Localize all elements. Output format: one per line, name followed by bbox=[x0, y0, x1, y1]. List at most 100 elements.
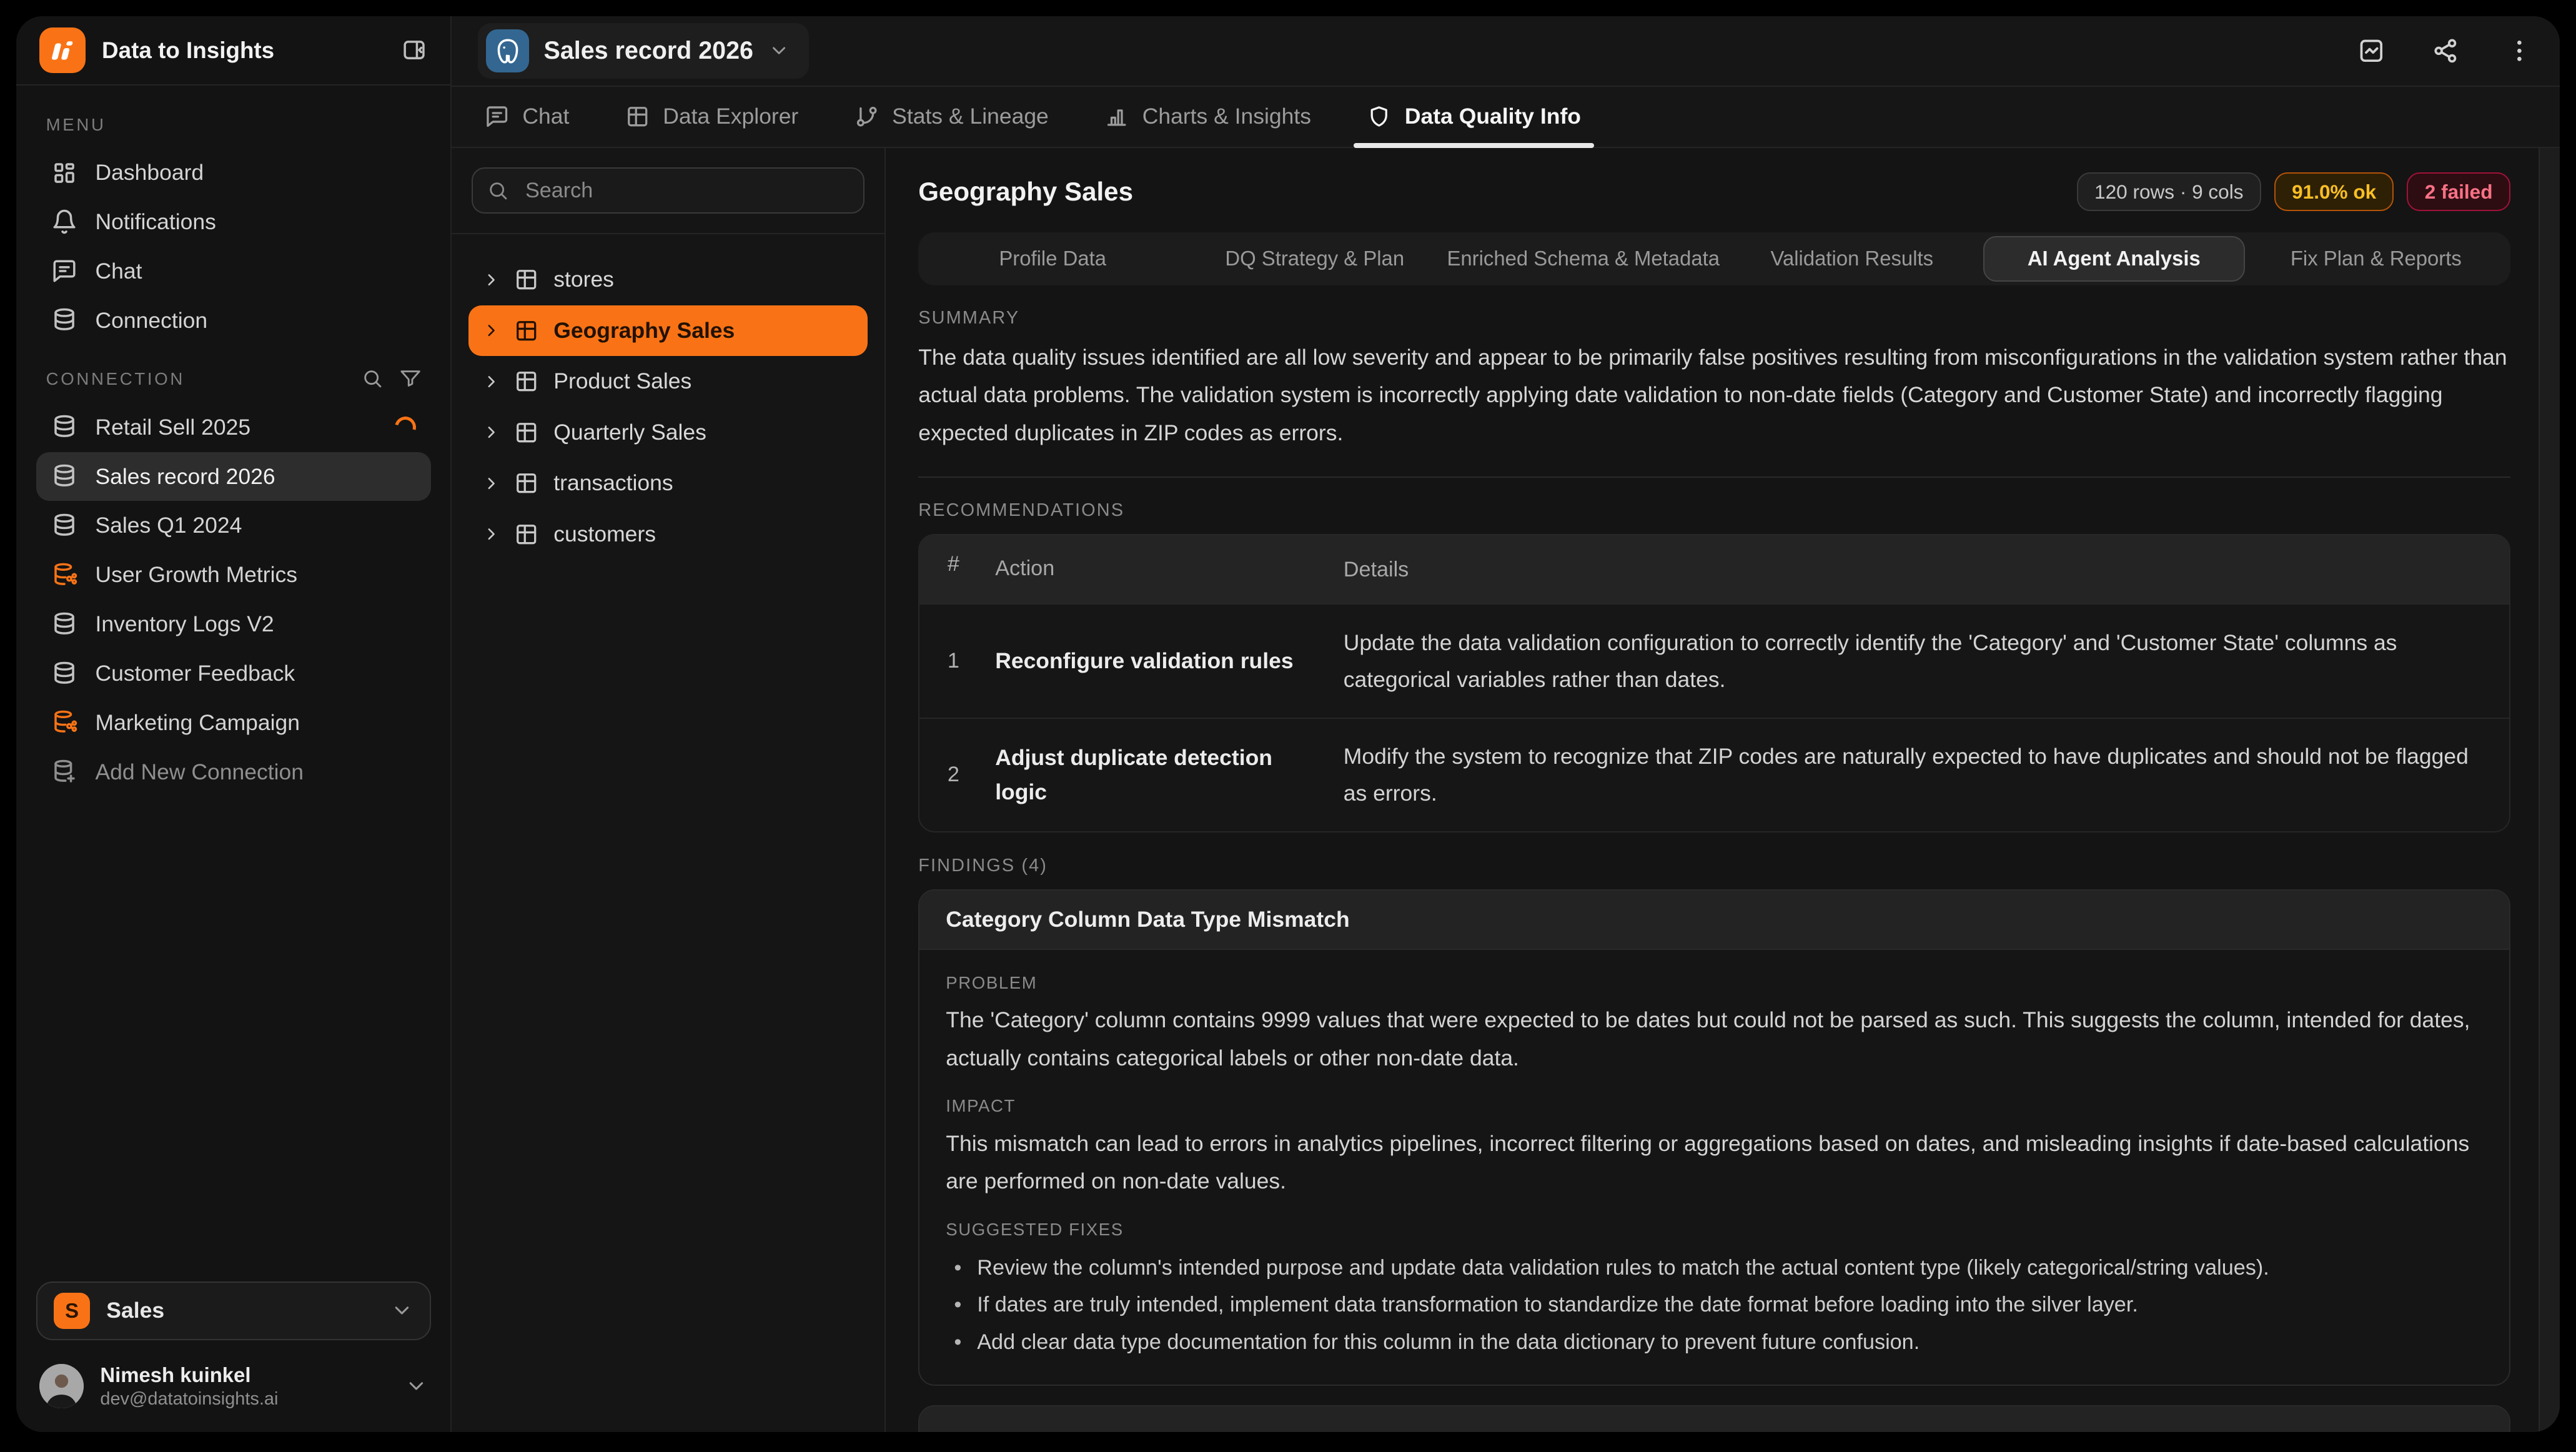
divider bbox=[918, 477, 2510, 478]
connection-item-retail-sell-2025[interactable]: Retail Sell 2025 bbox=[36, 403, 431, 452]
subtab-enriched-schema-metadata[interactable]: Enriched Schema & Metadata bbox=[1445, 236, 1721, 282]
database-icon bbox=[51, 513, 77, 539]
add-new-connection-button[interactable]: Add New Connection bbox=[36, 748, 431, 797]
table-icon bbox=[514, 319, 538, 343]
connection-title-dropdown[interactable]: Sales record 2026 bbox=[478, 23, 809, 79]
page-title: Geography Sales bbox=[918, 177, 2064, 207]
connection-item-marketing-campaign[interactable]: Marketing Campaign bbox=[36, 698, 431, 748]
subtab-dq-strategy-plan[interactable]: DQ Strategy & Plan bbox=[1184, 236, 1446, 282]
fix-item: Review the column's intended purpose and… bbox=[946, 1250, 2482, 1287]
database-icon bbox=[51, 661, 77, 687]
sidebar-footer: S Sales Nimesh kuinkel dev@datatoinsight… bbox=[16, 1262, 450, 1432]
connection-item-sales-q1-2024[interactable]: Sales Q1 2024 bbox=[36, 501, 431, 550]
rows-cols-badge: 120 rows · 9 cols bbox=[2077, 172, 2261, 211]
table-row: 2 Adjust duplicate detection logic Modif… bbox=[919, 718, 2509, 831]
finding-title: Category Column Data Type Mismatch bbox=[919, 891, 2509, 951]
chevron-down-icon bbox=[768, 40, 790, 61]
suggested-fixes-label: SUGGESTED FIXES bbox=[946, 1220, 2482, 1240]
table-item-stores[interactable]: stores bbox=[468, 254, 868, 305]
app-title: Data to Insights bbox=[102, 37, 385, 64]
connection-item-user-growth-metrics[interactable]: User Growth Metrics bbox=[36, 550, 431, 600]
chevron-right-icon bbox=[483, 322, 499, 338]
database-plus-icon bbox=[51, 759, 77, 785]
kebab-menu-icon[interactable] bbox=[2505, 37, 2534, 65]
app-window: Data to Insights MENU Dashboard Notifica… bbox=[16, 16, 2559, 1432]
filter-icon[interactable] bbox=[400, 368, 421, 389]
recommendations-table: # Action Details 1 Reconfigure validatio… bbox=[918, 534, 2510, 832]
bell-icon bbox=[51, 209, 77, 235]
tab-data-quality-info[interactable]: Data Quality Info bbox=[1367, 87, 1581, 147]
chevron-right-icon bbox=[483, 475, 499, 491]
table-item-quarterly-sales[interactable]: Quarterly Sales bbox=[468, 407, 868, 458]
tab-stats-lineage[interactable]: Stats & Lineage bbox=[855, 87, 1049, 147]
table-item-customers[interactable]: customers bbox=[468, 509, 868, 560]
search-input[interactable] bbox=[522, 177, 849, 204]
failed-badge: 2 failed bbox=[2407, 172, 2510, 211]
summary-label: SUMMARY bbox=[918, 308, 2510, 328]
workspace-selector[interactable]: S Sales bbox=[36, 1282, 431, 1341]
table-icon bbox=[514, 267, 538, 292]
table-icon bbox=[514, 420, 538, 445]
fix-item: Add clear data type documentation for th… bbox=[946, 1324, 2482, 1361]
recommendations-label: RECOMMENDATIONS bbox=[918, 500, 2510, 521]
collapse-sidebar-icon[interactable] bbox=[401, 37, 427, 63]
main-region: Sales record 2026 Chat Data Explorer bbox=[452, 16, 2559, 1432]
connection-item-sales-record-2026[interactable]: Sales record 2026 bbox=[36, 452, 431, 501]
scrollbar[interactable] bbox=[2539, 148, 2560, 1433]
snapshot-icon[interactable] bbox=[2357, 37, 2385, 65]
finding-card-partial bbox=[918, 1405, 2510, 1432]
subtab-ai-agent-analysis[interactable]: AI Agent Analysis bbox=[1983, 236, 2246, 282]
database-icon bbox=[51, 611, 77, 638]
sidebar-item-connection[interactable]: Connection bbox=[36, 296, 431, 345]
problem-text: The 'Category' column contains 9999 valu… bbox=[946, 1001, 2482, 1077]
sidebar-header: Data to Insights bbox=[16, 16, 450, 85]
sidebar-item-chat[interactable]: Chat bbox=[36, 247, 431, 296]
sidebar-item-dashboard[interactable]: Dashboard bbox=[36, 148, 431, 197]
table-item-transactions[interactable]: transactions bbox=[468, 458, 868, 509]
sidebar-item-notifications[interactable]: Notifications bbox=[36, 197, 431, 247]
sidebar: Data to Insights MENU Dashboard Notifica… bbox=[16, 16, 452, 1432]
table-icon bbox=[514, 369, 538, 393]
app-logo bbox=[39, 27, 86, 74]
findings-label: FINDINGS (4) bbox=[918, 856, 2510, 876]
workspace-name: Sales bbox=[106, 1298, 374, 1323]
user-menu[interactable]: Nimesh kuinkel dev@datatoinsights.ai bbox=[36, 1363, 431, 1410]
subtab-profile-data[interactable]: Profile Data bbox=[921, 236, 1184, 282]
connection-item-customer-feedback[interactable]: Customer Feedback bbox=[36, 649, 431, 698]
postgresql-icon bbox=[486, 29, 528, 72]
tabbar: Chat Data Explorer Stats & Lineage Chart… bbox=[452, 86, 2559, 148]
chevron-right-icon bbox=[483, 373, 499, 390]
subtab-fix-plan-reports[interactable]: Fix Plan & Reports bbox=[2245, 236, 2507, 282]
table-icon bbox=[514, 522, 538, 546]
finding-card: Category Column Data Type Mismatch PROBL… bbox=[918, 889, 2510, 1386]
database-icon bbox=[51, 463, 77, 490]
search-box bbox=[472, 167, 864, 214]
chevron-down-icon bbox=[390, 1299, 414, 1322]
subtab-validation-results[interactable]: Validation Results bbox=[1721, 236, 1983, 282]
table-item-product-sales[interactable]: Product Sales bbox=[468, 356, 868, 407]
bar-chart-icon bbox=[1104, 104, 1129, 129]
avatar bbox=[39, 1364, 84, 1408]
search-icon bbox=[487, 180, 508, 201]
chevron-right-icon bbox=[483, 526, 499, 542]
share-icon[interactable] bbox=[2432, 37, 2460, 65]
table-item-geography-sales[interactable]: Geography Sales bbox=[468, 305, 868, 357]
titlebar-actions bbox=[2357, 37, 2533, 65]
table-explorer-panel: stores Geography Sales Product Sales bbox=[452, 148, 885, 1433]
screen: Data to Insights MENU Dashboard Notifica… bbox=[0, 0, 2576, 1452]
fix-item: If dates are truly intended, implement d… bbox=[946, 1287, 2482, 1324]
tab-charts-insights[interactable]: Charts & Insights bbox=[1104, 87, 1311, 147]
connection-item-inventory-logs-v2[interactable]: Inventory Logs V2 bbox=[36, 600, 431, 649]
problem-label: PROBLEM bbox=[946, 973, 2482, 993]
titlebar: Sales record 2026 bbox=[452, 16, 2559, 85]
menu-section-label: MENU bbox=[46, 115, 421, 135]
shield-icon bbox=[1367, 104, 1391, 129]
chat-icon bbox=[485, 104, 509, 129]
tab-data-explorer[interactable]: Data Explorer bbox=[625, 87, 799, 147]
chat-icon bbox=[51, 258, 77, 284]
dashboard-icon bbox=[51, 160, 77, 186]
tab-chat[interactable]: Chat bbox=[485, 87, 569, 147]
git-branch-icon bbox=[855, 104, 879, 129]
search-icon[interactable] bbox=[362, 368, 383, 389]
table-row: 1 Reconfigure validation rules Update th… bbox=[919, 603, 2509, 717]
